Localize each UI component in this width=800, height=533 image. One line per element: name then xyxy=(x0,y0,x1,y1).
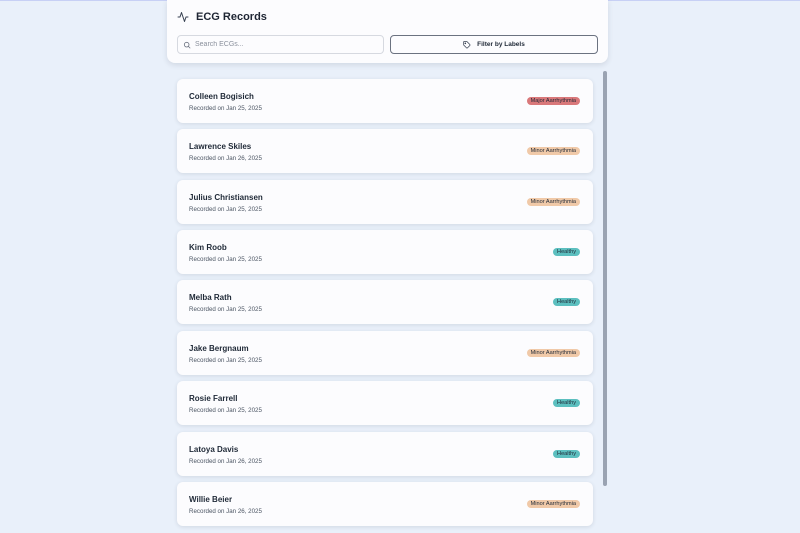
status-badge: Minor Aarrhythmia xyxy=(526,147,580,155)
record-name: Melba Rath xyxy=(189,293,232,302)
record-card[interactable]: Colleen Bogisich Recorded on Jan 25, 202… xyxy=(177,79,593,123)
activity-icon xyxy=(177,12,189,22)
record-card[interactable]: Julius Christiansen Recorded on Jan 25, … xyxy=(177,180,593,224)
record-card[interactable]: Melba Rath Recorded on Jan 25, 2025 Heal… xyxy=(177,280,593,324)
status-badge: Minor Aarrhythmia xyxy=(526,500,580,508)
record-date: Recorded on Jan 25, 2025 xyxy=(189,105,262,112)
record-name: Lawrence Skiles xyxy=(189,142,252,151)
record-name: Willie Beier xyxy=(189,495,233,504)
record-card[interactable]: Latoya Davis Recorded on Jan 26, 2025 He… xyxy=(177,432,593,476)
title-row: ECG Records xyxy=(177,9,267,25)
record-date: Recorded on Jan 26, 2025 xyxy=(189,508,262,515)
record-date: Recorded on Jan 25, 2025 xyxy=(189,357,262,364)
scrollbar-thumb[interactable] xyxy=(603,71,607,486)
filter-by-labels-button[interactable]: Filter by Labels xyxy=(390,35,598,54)
record-date: Recorded on Jan 25, 2025 xyxy=(189,256,262,263)
record-name: Rosie Farrell xyxy=(189,394,238,403)
record-date: Recorded on Jan 26, 2025 xyxy=(189,458,262,465)
record-date: Recorded on Jan 25, 2025 xyxy=(189,206,262,213)
status-badge: Major Aarrhythmia xyxy=(526,97,580,105)
tag-icon xyxy=(463,40,471,48)
record-date: Recorded on Jan 26, 2025 xyxy=(189,155,262,162)
record-card[interactable]: Jake Bergnaum Recorded on Jan 25, 2025 M… xyxy=(177,331,593,375)
record-name: Julius Christiansen xyxy=(189,193,263,202)
record-card[interactable]: Willie Beier Recorded on Jan 26, 2025 Mi… xyxy=(177,482,593,526)
status-badge: Minor Aarrhythmia xyxy=(526,198,580,206)
search-input[interactable] xyxy=(195,41,375,48)
status-badge: Healthy xyxy=(553,450,580,458)
status-badge: Healthy xyxy=(553,298,580,306)
record-card[interactable]: Rosie Farrell Recorded on Jan 25, 2025 H… xyxy=(177,381,593,425)
page-title: ECG Records xyxy=(196,11,267,23)
filter-button-label: Filter by Labels xyxy=(477,41,525,48)
record-name: Colleen Bogisich xyxy=(189,92,254,101)
status-badge: Healthy xyxy=(553,399,580,407)
search-box[interactable] xyxy=(177,35,384,54)
status-badge: Minor Aarrhythmia xyxy=(526,349,580,357)
record-card[interactable]: Kim Roob Recorded on Jan 25, 2025 Health… xyxy=(177,230,593,274)
header-card: ECG Records Filter by Labels xyxy=(167,0,608,63)
record-name: Kim Roob xyxy=(189,243,227,252)
status-badge: Healthy xyxy=(553,248,580,256)
record-date: Recorded on Jan 25, 2025 xyxy=(189,407,262,414)
search-icon xyxy=(183,41,191,48)
record-date: Recorded on Jan 25, 2025 xyxy=(189,306,262,313)
record-name: Jake Bergnaum xyxy=(189,344,249,353)
record-name: Latoya Davis xyxy=(189,445,239,454)
record-card[interactable]: Lawrence Skiles Recorded on Jan 26, 2025… xyxy=(177,129,593,173)
